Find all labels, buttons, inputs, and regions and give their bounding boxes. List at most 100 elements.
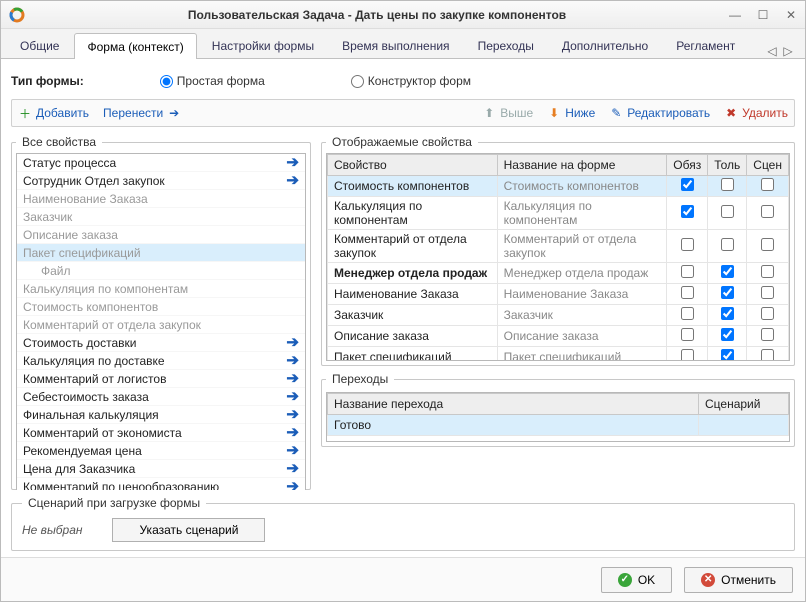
add-arrow-icon[interactable]: ➔ xyxy=(284,156,301,170)
close-button[interactable]: ✕ xyxy=(777,3,805,27)
grid-row[interactable]: Калькуляция по компонентамКалькуляция по… xyxy=(328,197,789,230)
grid-header[interactable]: Обяз xyxy=(667,155,708,176)
grid-header[interactable]: Толь xyxy=(708,155,747,176)
required-checkbox[interactable] xyxy=(681,238,694,251)
all-prop-label: Стоимость доставки xyxy=(23,336,284,350)
all-prop-row[interactable]: Калькуляция по доставке➔ xyxy=(17,352,305,370)
readonly-checkbox[interactable] xyxy=(721,265,734,278)
grid-header[interactable]: Сцен xyxy=(747,155,789,176)
trans-header[interactable]: Сценарий xyxy=(699,394,789,415)
all-prop-row[interactable]: Цена для Заказчика➔ xyxy=(17,460,305,478)
add-arrow-icon[interactable]: ➔ xyxy=(284,408,301,422)
edit-button[interactable]: ✎ Редактировать xyxy=(609,106,710,120)
up-button[interactable]: ⬆ Выше xyxy=(482,106,533,120)
move-button[interactable]: Перенести ➔ xyxy=(103,106,181,120)
displayed-grid-wrap[interactable]: СвойствоНазвание на формеОбязТольСценСто… xyxy=(326,153,790,361)
grid-row[interactable]: Наименование ЗаказаНаименование Заказа xyxy=(328,284,789,305)
readonly-checkbox[interactable] xyxy=(721,307,734,320)
grid-header[interactable]: Название на форме xyxy=(497,155,667,176)
grid-row[interactable]: Стоимость компонентовСтоимость компонент… xyxy=(328,176,789,197)
scenario-checkbox[interactable] xyxy=(761,238,774,251)
all-prop-row[interactable]: Сотрудник Отдел закупок➔ xyxy=(17,172,305,190)
down-button[interactable]: ⬇ Ниже xyxy=(547,106,595,120)
all-prop-row[interactable]: Описание заказа xyxy=(17,226,305,244)
readonly-checkbox[interactable] xyxy=(721,205,734,218)
grid-row[interactable]: Менеджер отдела продажМенеджер отдела пр… xyxy=(328,263,789,284)
readonly-checkbox[interactable] xyxy=(721,238,734,251)
add-button[interactable]: ＋ Добавить xyxy=(18,106,89,120)
add-arrow-icon[interactable]: ➔ xyxy=(284,426,301,440)
scenario-checkbox[interactable] xyxy=(761,205,774,218)
tab-next-icon[interactable]: ▷ xyxy=(781,44,795,58)
all-prop-row[interactable]: Заказчик xyxy=(17,208,305,226)
radio-simple-form-input[interactable] xyxy=(160,75,173,88)
readonly-checkbox[interactable] xyxy=(721,328,734,341)
required-checkbox[interactable] xyxy=(681,349,694,361)
tab-form-settings[interactable]: Настройки формы xyxy=(199,32,327,58)
scenario-checkbox[interactable] xyxy=(761,307,774,320)
all-prop-row[interactable]: Файл xyxy=(17,262,305,280)
scenario-checkbox[interactable] xyxy=(761,265,774,278)
all-prop-row[interactable]: Себестоимость заказа➔ xyxy=(17,388,305,406)
tab-general[interactable]: Общие xyxy=(7,32,72,58)
minimize-button[interactable]: — xyxy=(721,3,749,27)
radio-simple-form[interactable]: Простая форма xyxy=(160,74,265,88)
tab-regulations[interactable]: Регламент xyxy=(663,32,748,58)
required-checkbox[interactable] xyxy=(681,205,694,218)
all-prop-row[interactable]: Калькуляция по компонентам xyxy=(17,280,305,298)
grid-row[interactable]: ЗаказчикЗаказчик xyxy=(328,305,789,326)
maximize-button[interactable]: ☐ xyxy=(749,3,777,27)
all-prop-row[interactable]: Пакет спецификаций xyxy=(17,244,305,262)
all-prop-row[interactable]: Комментарий от отдела закупок xyxy=(17,316,305,334)
required-checkbox[interactable] xyxy=(681,328,694,341)
scenario-checkbox[interactable] xyxy=(761,349,774,361)
all-prop-row[interactable]: Стоимость компонентов xyxy=(17,298,305,316)
delete-button[interactable]: ✖ Удалить xyxy=(724,106,788,120)
add-arrow-icon[interactable]: ➔ xyxy=(284,444,301,458)
transitions-wrap[interactable]: Название переходаСценарийГотово xyxy=(326,392,790,442)
tab-transitions[interactable]: Переходы xyxy=(465,32,547,58)
scenario-checkbox[interactable] xyxy=(761,328,774,341)
scenario-checkbox[interactable] xyxy=(761,178,774,191)
scenario-pick-button[interactable]: Указать сценарий xyxy=(112,518,265,542)
readonly-checkbox[interactable] xyxy=(721,349,734,361)
all-prop-row[interactable]: Комментарий от логистов➔ xyxy=(17,370,305,388)
readonly-checkbox[interactable] xyxy=(721,286,734,299)
ok-button[interactable]: ✓ OK xyxy=(601,567,672,593)
all-prop-row[interactable]: Финальная калькуляция➔ xyxy=(17,406,305,424)
all-prop-row[interactable]: Комментарий от экономиста➔ xyxy=(17,424,305,442)
grid-header[interactable]: Свойство xyxy=(328,155,498,176)
add-arrow-icon[interactable]: ➔ xyxy=(284,480,301,491)
add-arrow-icon[interactable]: ➔ xyxy=(284,174,301,188)
scenario-checkbox[interactable] xyxy=(761,286,774,299)
radio-form-constructor-input[interactable] xyxy=(351,75,364,88)
required-checkbox[interactable] xyxy=(681,307,694,320)
add-arrow-icon[interactable]: ➔ xyxy=(284,336,301,350)
all-prop-row[interactable]: Комментарий по ценообразованию➔ xyxy=(17,478,305,490)
required-checkbox[interactable] xyxy=(681,286,694,299)
all-prop-row[interactable]: Наименование Заказа xyxy=(17,190,305,208)
cancel-button[interactable]: ✕ Отменить xyxy=(684,567,793,593)
grid-row[interactable]: Описание заказаОписание заказа xyxy=(328,326,789,347)
add-arrow-icon[interactable]: ➔ xyxy=(284,390,301,404)
tab-execution-time[interactable]: Время выполнения xyxy=(329,32,462,58)
all-prop-row[interactable]: Рекомендуемая цена➔ xyxy=(17,442,305,460)
grid-row[interactable]: Комментарий от отдела закупокКомментарий… xyxy=(328,230,789,263)
trans-header[interactable]: Название перехода xyxy=(328,394,699,415)
all-props-list[interactable]: Статус процесса➔Сотрудник Отдел закупок➔… xyxy=(16,153,306,490)
columns: Все свойства Статус процесса➔Сотрудник О… xyxy=(11,135,795,490)
add-arrow-icon[interactable]: ➔ xyxy=(284,354,301,368)
add-arrow-icon[interactable]: ➔ xyxy=(284,462,301,476)
tab-additional[interactable]: Дополнительно xyxy=(549,32,661,58)
tab-form-context[interactable]: Форма (контекст) xyxy=(74,33,196,59)
grid-row[interactable]: Пакет спецификацийПакет спецификаций xyxy=(328,347,789,362)
all-prop-row[interactable]: Стоимость доставки➔ xyxy=(17,334,305,352)
trans-row[interactable]: Готово xyxy=(328,415,789,436)
radio-form-constructor[interactable]: Конструктор форм xyxy=(351,74,471,88)
all-prop-row[interactable]: Статус процесса➔ xyxy=(17,154,305,172)
add-arrow-icon[interactable]: ➔ xyxy=(284,372,301,386)
tab-prev-icon[interactable]: ◁ xyxy=(765,44,779,58)
readonly-checkbox[interactable] xyxy=(721,178,734,191)
required-checkbox[interactable] xyxy=(681,265,694,278)
required-checkbox[interactable] xyxy=(681,178,694,191)
